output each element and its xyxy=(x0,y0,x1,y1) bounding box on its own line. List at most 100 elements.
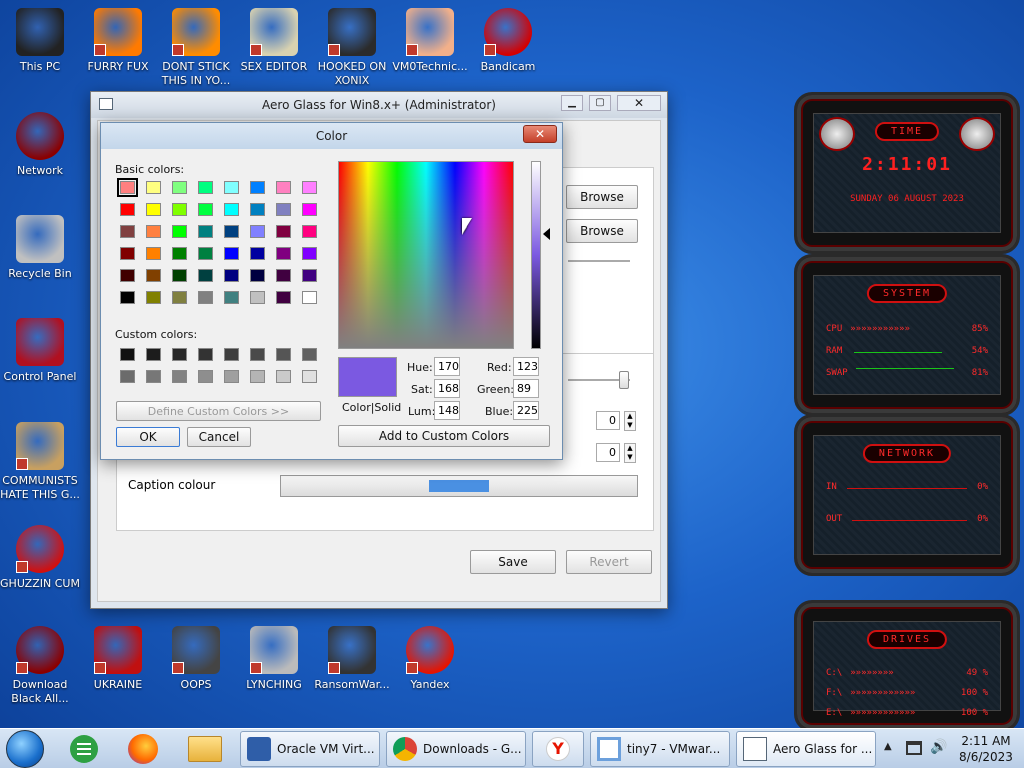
add-to-custom-colors-button[interactable]: Add to Custom Colors xyxy=(338,425,550,447)
ok-button[interactable]: OK xyxy=(116,427,180,447)
custom-color-swatch[interactable] xyxy=(276,348,291,361)
basic-color-swatch[interactable] xyxy=(198,181,213,194)
basic-color-swatch[interactable] xyxy=(224,225,239,238)
desktop-icon-10[interactable]: COMMUNISTS HATE THIS G... xyxy=(0,422,80,502)
custom-color-swatch[interactable] xyxy=(146,348,161,361)
spin-arrows-2[interactable]: ▲ ▼ xyxy=(624,443,636,463)
basic-color-swatch[interactable] xyxy=(146,247,161,260)
basic-color-swatch[interactable] xyxy=(146,291,161,304)
spin-input-2[interactable]: 0 xyxy=(596,443,620,462)
desktop-icon-13[interactable]: UKRAINE xyxy=(78,626,158,692)
basic-color-swatch[interactable] xyxy=(250,247,265,260)
custom-color-swatch[interactable] xyxy=(224,370,239,383)
basic-color-swatch[interactable] xyxy=(302,291,317,304)
desktop-icon-11[interactable]: GHUZZIN CUM xyxy=(0,525,80,591)
basic-color-swatch[interactable] xyxy=(172,181,187,194)
basic-color-swatch[interactable] xyxy=(198,225,213,238)
taskbar-yandex[interactable]: Y xyxy=(532,731,584,767)
basic-color-swatch[interactable] xyxy=(172,203,187,216)
basic-color-swatch[interactable] xyxy=(224,181,239,194)
tray-clock[interactable]: 2:11 AM 8/6/2023 xyxy=(954,733,1018,765)
caption-colour-bar[interactable] xyxy=(280,475,638,497)
slider-thumb-2[interactable] xyxy=(619,371,629,389)
basic-color-swatch[interactable] xyxy=(172,225,187,238)
spin-input-1[interactable]: 0 xyxy=(596,411,620,430)
color-dialog-titlebar[interactable]: Color ✕ xyxy=(101,123,562,149)
browse-button-1[interactable]: Browse xyxy=(566,185,638,209)
basic-color-swatch[interactable] xyxy=(120,225,135,238)
basic-color-swatch[interactable] xyxy=(198,247,213,260)
basic-color-swatch[interactable] xyxy=(120,203,135,216)
taskbar-virtualbox[interactable]: Oracle VM Virt... xyxy=(240,731,380,767)
taskbar-chrome[interactable]: Downloads - G... xyxy=(386,731,526,767)
basic-color-swatch[interactable] xyxy=(250,181,265,194)
basic-color-swatch[interactable] xyxy=(172,269,187,282)
basic-color-swatch[interactable] xyxy=(146,203,161,216)
custom-color-swatch[interactable] xyxy=(198,370,213,383)
taskbar-vmware[interactable]: tiny7 - VMwar... xyxy=(590,731,730,767)
revert-button[interactable]: Revert xyxy=(566,550,652,574)
color-dialog[interactable]: Color ✕ Basic colors: Custom colors: Def… xyxy=(100,122,563,460)
dialog-close-button[interactable]: ✕ xyxy=(523,125,557,143)
basic-color-swatch[interactable] xyxy=(250,291,265,304)
custom-color-swatch[interactable] xyxy=(120,348,135,361)
desktop-icon-8[interactable]: Recycle Bin xyxy=(0,215,80,281)
basic-color-swatch[interactable] xyxy=(172,247,187,260)
custom-color-swatch[interactable] xyxy=(146,370,161,383)
custom-color-swatch[interactable] xyxy=(302,348,317,361)
color-spectrum[interactable] xyxy=(338,161,514,349)
hue-input[interactable]: 170 xyxy=(434,357,460,376)
basic-color-swatch[interactable] xyxy=(276,269,291,282)
custom-color-swatch[interactable] xyxy=(172,370,187,383)
basic-color-swatch[interactable] xyxy=(302,181,317,194)
desktop-icon-3[interactable]: SEX EDITOR xyxy=(234,8,314,74)
basic-color-swatch[interactable] xyxy=(250,269,265,282)
volume-tray-icon[interactable]: 🔊 xyxy=(930,739,947,755)
basic-color-swatch[interactable] xyxy=(198,291,213,304)
close-button[interactable]: ✕ xyxy=(617,95,661,111)
maximize-button[interactable]: ▢ xyxy=(589,95,611,111)
basic-color-swatch[interactable] xyxy=(198,203,213,216)
firefox-taskbar-icon[interactable] xyxy=(128,734,158,764)
basic-color-swatch[interactable] xyxy=(276,225,291,238)
taskbar-aero-glass[interactable]: Aero Glass for ... xyxy=(736,731,876,767)
custom-color-swatch[interactable] xyxy=(276,370,291,383)
desktop-icon-5[interactable]: VM0Technic... xyxy=(390,8,470,74)
basic-color-swatch[interactable] xyxy=(120,247,135,260)
save-button[interactable]: Save xyxy=(470,550,556,574)
custom-color-swatch[interactable] xyxy=(198,348,213,361)
tray-chevron-icon[interactable]: ▲ xyxy=(884,741,892,752)
desktop-icon-0[interactable]: This PC xyxy=(0,8,80,74)
notes-taskbar-icon[interactable] xyxy=(70,735,98,763)
basic-color-swatch[interactable] xyxy=(276,247,291,260)
minimize-button[interactable]: ▁ xyxy=(561,95,583,111)
file-explorer-taskbar-icon[interactable] xyxy=(188,736,222,762)
desktop-icon-17[interactable]: Yandex xyxy=(390,626,470,692)
basic-color-swatch[interactable] xyxy=(172,291,187,304)
custom-color-swatch[interactable] xyxy=(250,370,265,383)
desktop-icon-6[interactable]: Bandicam xyxy=(468,8,548,74)
slider-track-1[interactable] xyxy=(568,260,630,262)
desktop-icon-12[interactable]: Download Black All... xyxy=(0,626,80,706)
basic-color-swatch[interactable] xyxy=(198,269,213,282)
basic-color-swatch[interactable] xyxy=(276,181,291,194)
basic-color-swatch[interactable] xyxy=(120,269,135,282)
basic-color-swatch[interactable] xyxy=(302,225,317,238)
desktop-icon-7[interactable]: Network xyxy=(0,112,80,178)
basic-color-swatch[interactable] xyxy=(224,203,239,216)
basic-color-swatch[interactable] xyxy=(302,203,317,216)
basic-color-swatch[interactable] xyxy=(120,291,135,304)
luminance-bar[interactable] xyxy=(531,161,541,349)
red-input[interactable]: 123 xyxy=(513,357,539,376)
basic-color-swatch[interactable] xyxy=(276,291,291,304)
start-button[interactable] xyxy=(6,730,44,768)
desktop-icon-16[interactable]: RansomWar... xyxy=(312,626,392,692)
custom-color-swatch[interactable] xyxy=(172,348,187,361)
basic-color-swatch[interactable] xyxy=(250,225,265,238)
aero-titlebar[interactable]: Aero Glass for Win8.x+ (Administrator) ▁… xyxy=(91,92,667,118)
desktop-icon-4[interactable]: HOOKED ON XONIX xyxy=(312,8,392,88)
custom-color-swatch[interactable] xyxy=(120,370,135,383)
desktop-icon-9[interactable]: Control Panel xyxy=(0,318,80,384)
network-tray-icon[interactable] xyxy=(906,741,922,755)
basic-color-swatch[interactable] xyxy=(117,178,138,197)
